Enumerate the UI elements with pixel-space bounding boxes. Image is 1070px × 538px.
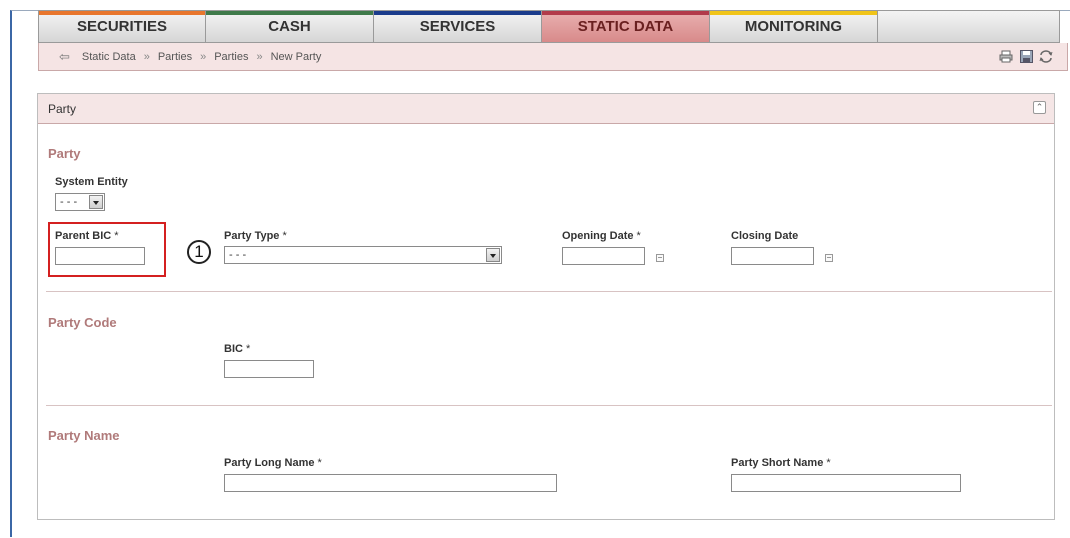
bic-label: BIC * [224, 343, 250, 355]
tab-cash[interactable]: CASH [206, 10, 374, 43]
opening-date-input[interactable] [562, 247, 645, 265]
bic-input[interactable] [224, 360, 314, 378]
opening-date-label-text: Opening Date [562, 230, 634, 242]
required-asterisk: * [636, 230, 641, 242]
required-asterisk: * [245, 343, 251, 355]
breadcrumb-item[interactable]: Static Data [82, 51, 136, 63]
system-entity-select[interactable]: - - - [55, 193, 105, 211]
collapse-icon[interactable]: ⌃ [1033, 101, 1046, 114]
chevron-down-icon [486, 248, 500, 262]
toolbar-icons [999, 49, 1053, 63]
tab-label: SERVICES [419, 18, 496, 35]
select-value: - - - [60, 196, 78, 208]
tab-services[interactable]: SERVICES [374, 10, 542, 43]
party-type-select[interactable]: - - - [224, 246, 502, 264]
tab-color-bar [39, 11, 205, 15]
print-icon[interactable] [999, 49, 1013, 63]
section-title-party-code: Party Code [48, 315, 117, 330]
tab-label: CASH [268, 18, 311, 35]
closing-date-label: Closing Date [731, 230, 799, 242]
select-value: - - - [229, 249, 247, 261]
party-type-label: Party Type * [224, 230, 287, 242]
party-panel: Party ⌃ [37, 93, 1055, 520]
main-tabs: SECURITIES CASH SERVICES STATIC DATA MON… [38, 10, 1060, 44]
tab-color-bar [206, 11, 373, 15]
required-asterisk: * [317, 457, 322, 469]
breadcrumb-item[interactable]: Parties [214, 51, 248, 63]
party-type-label-text: Party Type [224, 230, 280, 242]
party-long-name-label-text: Party Long Name [224, 457, 315, 469]
back-arrow-icon[interactable]: ⇦ [59, 49, 70, 65]
opening-date-label: Opening Date * [562, 230, 641, 242]
calendar-icon[interactable] [656, 254, 664, 262]
annotation-marker: 1 [187, 240, 211, 264]
panel-title: Party [48, 101, 77, 116]
panel-header: Party [38, 94, 1054, 124]
closing-date-input[interactable] [731, 247, 814, 265]
section-divider [46, 405, 1052, 406]
tab-color-bar [710, 11, 877, 15]
tab-securities[interactable]: SECURITIES [38, 10, 206, 43]
party-short-name-label-text: Party Short Name [731, 457, 824, 469]
tab-static-data[interactable]: STATIC DATA [542, 10, 710, 43]
tab-label: SECURITIES [76, 18, 167, 35]
party-short-name-input[interactable] [731, 474, 961, 492]
breadcrumb-item[interactable]: Parties [158, 51, 192, 63]
section-title-party-name: Party Name [48, 428, 120, 443]
party-long-name-label: Party Long Name * [224, 457, 322, 469]
breadcrumb-separator: » [143, 50, 150, 63]
party-long-name-input[interactable] [224, 474, 557, 492]
tab-label: STATIC DATA [577, 18, 674, 35]
system-entity-label: System Entity [55, 176, 128, 188]
section-title-party: Party [48, 146, 81, 161]
annotation-highlight-box [48, 222, 166, 277]
chevron-down-icon [89, 195, 103, 209]
calendar-icon[interactable] [825, 254, 833, 262]
refresh-icon[interactable] [1039, 49, 1053, 63]
required-asterisk: * [282, 230, 287, 242]
bic-label-text: BIC [224, 343, 243, 355]
breadcrumb-item-current: New Party [270, 50, 322, 63]
required-asterisk: * [826, 457, 831, 469]
breadcrumb-bar: ⇦ Static Data » Parties » Parties » New … [38, 43, 1068, 71]
tab-label: MONITORING [744, 18, 843, 35]
tab-color-bar [542, 11, 709, 15]
tab-spacer [878, 10, 1060, 43]
section-divider [46, 291, 1052, 292]
breadcrumb-separator: » [200, 50, 207, 63]
save-icon[interactable] [1019, 49, 1033, 63]
party-short-name-label: Party Short Name * [731, 457, 831, 469]
tab-color-bar [374, 11, 541, 15]
breadcrumb-separator: » [256, 50, 263, 63]
tab-monitoring[interactable]: MONITORING [710, 10, 878, 43]
